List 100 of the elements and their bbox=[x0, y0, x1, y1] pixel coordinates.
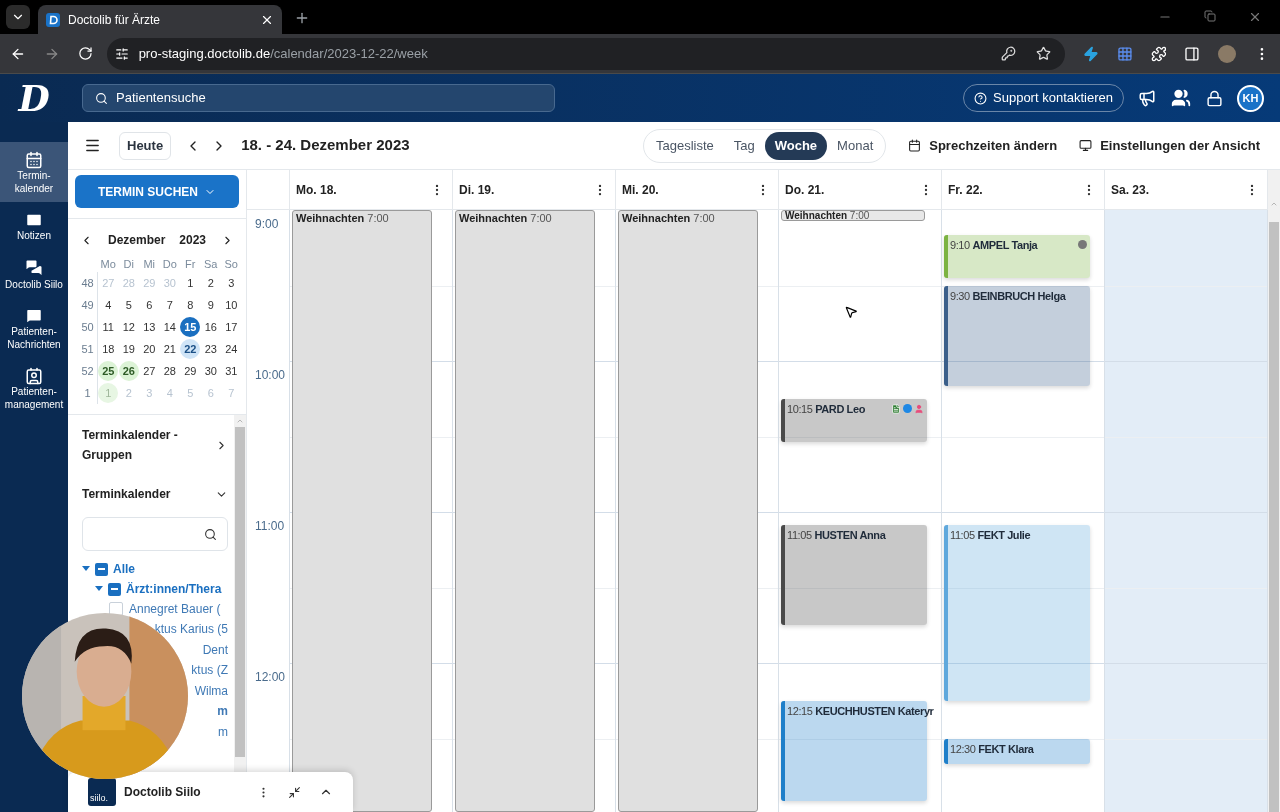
calendar-day[interactable]: 14 bbox=[159, 317, 180, 337]
toolbar-action[interactable]: Einstellungen der Ansicht bbox=[1079, 135, 1260, 156]
tree-label[interactable]: Dent bbox=[202, 640, 228, 659]
checkbox[interactable] bbox=[95, 562, 108, 576]
scrollbar[interactable] bbox=[234, 415, 246, 773]
appointment-card[interactable]: 9:30 BEINBRUCH Helga bbox=[944, 285, 1090, 387]
checkbox[interactable] bbox=[109, 602, 123, 616]
caret-icon[interactable] bbox=[82, 566, 90, 572]
calendar-day[interactable]: 8 bbox=[180, 295, 201, 315]
day-column[interactable]: 9:10 AMPEL Tanja 9:30 BEINBRUCH Helga 11:05 FEKT Julie 12:30 FEKT Klara bbox=[942, 210, 1105, 812]
calendar-day[interactable]: 2 bbox=[200, 273, 221, 293]
appointment-card[interactable]: 10:15 PARD Leo bbox=[781, 398, 927, 442]
calendar-day[interactable]: 7 bbox=[159, 295, 180, 315]
tree-label[interactable]: m bbox=[217, 702, 228, 721]
day-heading[interactable]: Mi. 20. bbox=[622, 180, 659, 199]
appointment-card[interactable]: 12:30 FEKT Klara bbox=[944, 738, 1090, 764]
day-heading[interactable]: Mo. 18. bbox=[296, 180, 337, 199]
users-icon[interactable] bbox=[1171, 88, 1191, 108]
view-tab[interactable]: Tag bbox=[723, 131, 765, 160]
calendar-day[interactable]: 20 bbox=[139, 339, 160, 359]
lightning-icon[interactable] bbox=[1082, 45, 1099, 62]
calendar-day[interactable]: 31 bbox=[221, 361, 242, 381]
patient-search-field[interactable]: Patientensuche bbox=[82, 84, 555, 112]
calendar-day[interactable]: 28 bbox=[159, 361, 180, 381]
toolbar-action[interactable]: Sprechzeiten ändern bbox=[908, 135, 1058, 156]
calendar-day[interactable]: 11 bbox=[98, 317, 119, 337]
day-heading[interactable]: Di. 19. bbox=[459, 180, 495, 199]
checkbox[interactable] bbox=[108, 582, 121, 596]
calendar-day[interactable]: 29 bbox=[180, 361, 201, 381]
grid-icon[interactable] bbox=[1116, 45, 1133, 62]
calendar-day[interactable]: 21 bbox=[159, 339, 180, 359]
nav-item[interactable]: Patienten-Nachrichten bbox=[0, 298, 68, 358]
address-field[interactable]: pro-staging.doctolib.de/calendar/2023-12-22/week bbox=[106, 37, 1065, 70]
reload-icon[interactable] bbox=[77, 46, 93, 61]
calendar-day[interactable]: 16 bbox=[200, 317, 221, 337]
site-settings-icon[interactable] bbox=[114, 46, 129, 61]
view-tab[interactable]: Woche bbox=[764, 131, 828, 160]
appointment-card[interactable]: 9:10 AMPEL Tanja bbox=[944, 235, 1090, 278]
calendar-day[interactable]: 15 bbox=[180, 317, 201, 337]
day-column[interactable]: Weihnachten 7:00 10:15 PARD Leo 11:05 HUSTEN Anna 12:15 KEUCHHUSTEN Kateryr bbox=[779, 210, 942, 812]
today-button[interactable]: Heute bbox=[119, 131, 172, 160]
month-label[interactable]: Dezember bbox=[107, 231, 166, 249]
side-panel-icon[interactable] bbox=[1184, 45, 1201, 62]
app-logo[interactable]: D bbox=[18, 80, 50, 116]
tree-label[interactable]: Alle bbox=[113, 560, 135, 578]
appointment-card[interactable]: 11:05 FEKT Julie bbox=[944, 524, 1090, 701]
calendar-day[interactable]: 27 bbox=[139, 361, 160, 381]
user-avatar[interactable]: KH bbox=[1237, 84, 1264, 112]
nav-item[interactable]: Notizen bbox=[0, 202, 68, 249]
star-icon[interactable] bbox=[1035, 46, 1051, 61]
nav-item[interactable]: Doctolib Siilo bbox=[0, 249, 68, 298]
calendar-day[interactable]: 3 bbox=[221, 273, 242, 293]
all-day-event[interactable]: Weihnachten 7:00 bbox=[781, 210, 925, 221]
tree-label[interactable]: ktus Karius (5 bbox=[154, 620, 228, 639]
calendar-day[interactable]: 6 bbox=[139, 295, 160, 315]
tab-menu-button[interactable] bbox=[6, 5, 30, 29]
tree-label[interactable]: m bbox=[218, 722, 228, 741]
view-tab[interactable]: Tagesliste bbox=[645, 131, 724, 160]
section-heading[interactable]: Terminkalender - Gruppen bbox=[82, 425, 182, 465]
calendar-day[interactable]: 13 bbox=[139, 317, 160, 337]
calendar-day[interactable]: 12 bbox=[118, 317, 139, 337]
calendar-day[interactable]: 23 bbox=[200, 339, 221, 359]
calendar-day[interactable]: 9 bbox=[200, 295, 221, 315]
siilo-panel[interactable]: siilo. Doctolib Siilo bbox=[68, 772, 353, 812]
lock-icon[interactable] bbox=[1206, 89, 1223, 107]
calendar-day[interactable]: 26 bbox=[118, 361, 139, 381]
extensions-icon[interactable] bbox=[1150, 45, 1167, 62]
calendar-day[interactable]: 4 bbox=[98, 295, 119, 315]
search-appointment-button[interactable]: TERMIN SUCHEN bbox=[75, 175, 239, 208]
calendar-day[interactable]: 19 bbox=[118, 339, 139, 359]
collapse-arrows-icon[interactable] bbox=[288, 785, 301, 799]
calendar-day[interactable]: 30 bbox=[200, 361, 221, 381]
calendar-day[interactable]: 24 bbox=[221, 339, 242, 359]
browser-tab[interactable]: Doctolib für Ärzte bbox=[38, 5, 282, 34]
new-tab-icon[interactable] bbox=[294, 10, 310, 26]
menu-icon[interactable] bbox=[84, 137, 101, 154]
calendar-day[interactable]: 17 bbox=[221, 317, 242, 337]
view-tab[interactable]: Monat bbox=[827, 131, 884, 160]
nav-item[interactable]: Patienten-management bbox=[0, 358, 68, 418]
calendar-day[interactable]: 25 bbox=[98, 361, 119, 381]
megaphone-icon[interactable] bbox=[1138, 89, 1156, 107]
tree-label[interactable]: Ärzt:innen/Thera bbox=[126, 580, 222, 598]
restore-icon[interactable] bbox=[1204, 10, 1216, 22]
year-label[interactable]: 2023 bbox=[179, 231, 207, 249]
day-heading[interactable]: Fr. 22. bbox=[948, 180, 983, 199]
day-heading[interactable]: Do. 21. bbox=[785, 180, 825, 199]
caret-icon[interactable] bbox=[95, 586, 103, 592]
calendar-day[interactable]: 10 bbox=[221, 295, 242, 315]
close-window-icon[interactable] bbox=[1248, 10, 1262, 24]
tree-label[interactable]: Annegret Bauer ( bbox=[129, 600, 221, 618]
tree-label[interactable]: Wilma bbox=[194, 681, 228, 700]
calendar-day[interactable]: 5 bbox=[118, 295, 139, 315]
key-icon[interactable] bbox=[1000, 46, 1016, 61]
profile-avatar-icon[interactable] bbox=[1218, 44, 1237, 63]
scrollbar[interactable] bbox=[1268, 170, 1280, 812]
calendar-filter-field[interactable] bbox=[82, 517, 228, 551]
calendar-day[interactable]: 1 bbox=[180, 273, 201, 293]
section-heading[interactable]: Terminkalender bbox=[82, 485, 171, 503]
calendar-day[interactable]: 18 bbox=[98, 339, 119, 359]
tree-label[interactable]: ktus (Z bbox=[191, 661, 228, 680]
